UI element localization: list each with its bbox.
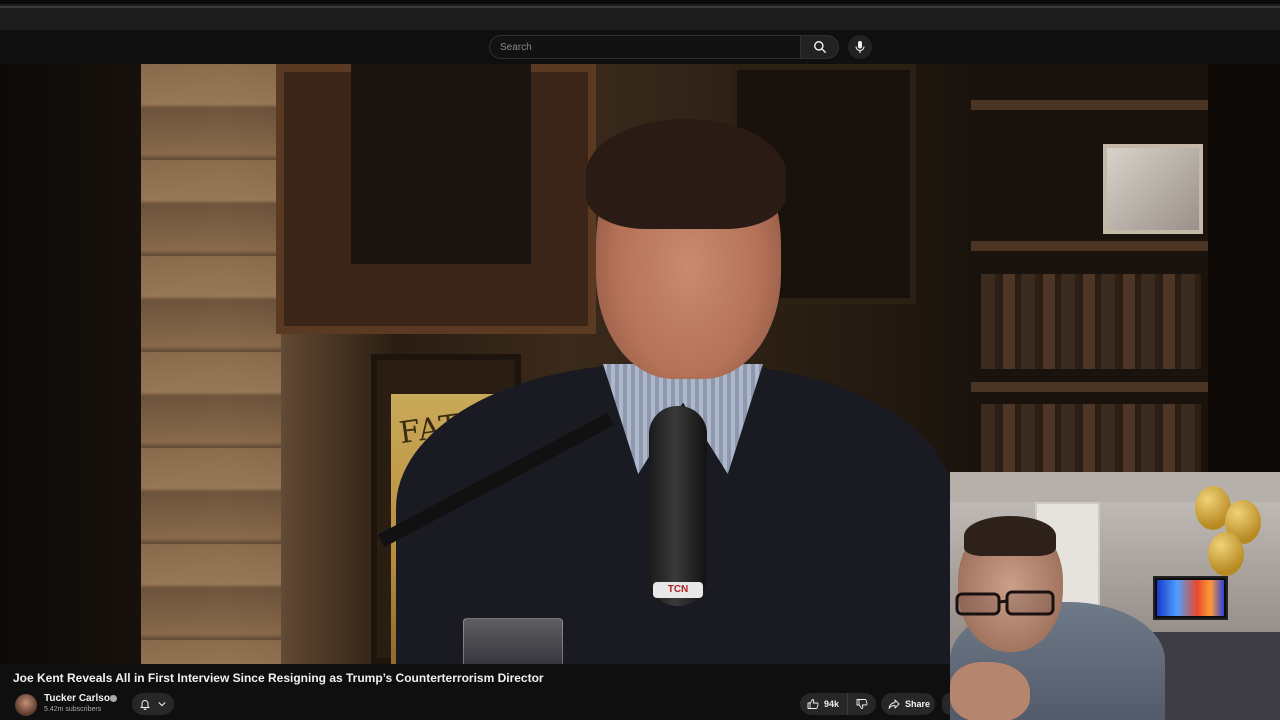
share-label: Share xyxy=(905,699,931,709)
framed-photo xyxy=(1103,144,1203,234)
notifications-button[interactable] xyxy=(132,693,174,715)
like-count: 94k xyxy=(824,699,840,709)
thumbs-up-icon xyxy=(807,699,819,709)
share-icon xyxy=(888,699,900,709)
webcam-tv-screen xyxy=(1157,580,1224,616)
studio-microphone xyxy=(649,406,707,606)
mic-logo: TCN xyxy=(653,582,703,598)
thumbs-down-icon xyxy=(856,699,868,709)
gold-balloon xyxy=(1208,532,1244,576)
viewer-hair xyxy=(964,516,1056,556)
mic-icon xyxy=(855,41,865,53)
shelf-board xyxy=(971,382,1208,392)
host-hair xyxy=(586,119,786,229)
wall-picture xyxy=(351,64,531,264)
water-glass xyxy=(463,618,563,664)
shelf-board xyxy=(971,241,1208,251)
search-bar[interactable] xyxy=(489,35,801,59)
voice-search-button[interactable] xyxy=(848,35,872,59)
channel-avatar[interactable] xyxy=(15,694,37,716)
chevron-down-icon xyxy=(158,702,166,707)
like-dislike-group: 94k xyxy=(800,693,876,715)
browser-divider xyxy=(0,6,1280,8)
video-title: Joe Kent Reveals All in First Interview … xyxy=(13,671,544,685)
subscriber-count: 5.42m subscribers xyxy=(44,706,102,713)
books-row xyxy=(981,274,1201,369)
webcam-ceiling xyxy=(950,472,1280,502)
search-button[interactable] xyxy=(801,35,839,59)
viewer-glasses xyxy=(955,590,1055,616)
webcam-overlay xyxy=(950,472,1280,720)
letterbox-left xyxy=(0,64,141,664)
share-button[interactable]: Share xyxy=(881,693,935,715)
dislike-button[interactable] xyxy=(848,693,876,715)
channel-name[interactable]: Tucker Carlson xyxy=(44,693,116,704)
like-button[interactable]: 94k xyxy=(800,693,849,715)
bell-icon xyxy=(140,700,150,710)
more-actions-button[interactable] xyxy=(942,693,950,715)
search-input[interactable] xyxy=(498,40,800,54)
wood-wall xyxy=(141,64,281,664)
shelf-board xyxy=(971,100,1208,110)
verified-badge-icon xyxy=(110,695,117,702)
search-icon xyxy=(813,41,826,53)
browser-top-strip xyxy=(0,0,1280,30)
viewer-hand xyxy=(950,662,1030,720)
